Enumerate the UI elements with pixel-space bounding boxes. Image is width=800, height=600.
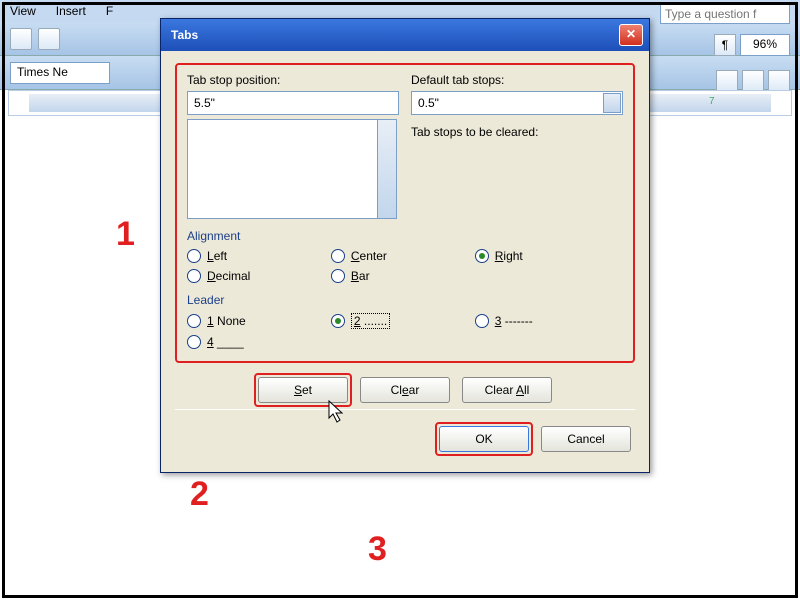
tab-stop-position-label: Tab stop position:: [187, 73, 399, 87]
tab-stop-position-input[interactable]: [187, 91, 399, 115]
default-tab-stops-label: Default tab stops:: [411, 73, 623, 87]
leader-2-dots[interactable]: 2 .......: [331, 313, 475, 329]
zoom-control: ¶ 96%: [714, 34, 790, 56]
show-paragraph-icon[interactable]: ¶: [714, 34, 736, 56]
leader-group-label: Leader: [187, 293, 623, 307]
leader-4-underline[interactable]: 4 ____: [187, 335, 331, 349]
alignment-decimal[interactable]: Decimal: [187, 269, 331, 283]
numbered-list-icon[interactable]: [716, 70, 738, 92]
ruler-tick-7: 7: [709, 96, 715, 107]
list-indent-icons: [716, 70, 790, 92]
annotation-number-3: 3: [368, 530, 387, 569]
tabs-dialog: Tabs ✕ Tab stop position: Default tab st…: [160, 18, 650, 473]
alignment-group-label: Alignment: [187, 229, 623, 243]
leader-1-none[interactable]: 1 None: [187, 313, 331, 329]
alignment-right[interactable]: Right: [475, 249, 619, 263]
menu-insert[interactable]: Insert: [56, 4, 86, 18]
tab-stops-cleared-label: Tab stops to be cleared:: [411, 125, 623, 139]
print-preview-icon[interactable]: [10, 28, 32, 50]
alignment-left[interactable]: LLefteft: [187, 249, 331, 263]
annotation-number-1: 1: [116, 215, 135, 254]
zoom-value[interactable]: 96%: [740, 34, 790, 56]
decrease-indent-icon[interactable]: [768, 70, 790, 92]
menu-format-partial[interactable]: F: [106, 4, 113, 18]
clear-button[interactable]: Clear: [360, 377, 450, 403]
help-search-input[interactable]: [660, 4, 790, 24]
alignment-center[interactable]: Center: [331, 249, 475, 263]
menu-view[interactable]: View: [10, 4, 36, 18]
ok-button[interactable]: OK: [439, 426, 529, 452]
bulleted-list-icon[interactable]: [742, 70, 764, 92]
tab-stops-listbox[interactable]: [187, 119, 397, 219]
close-icon[interactable]: ✕: [619, 24, 643, 46]
alignment-radios: LLefteft Center Right Decimal Bar: [187, 249, 623, 283]
cancel-button[interactable]: Cancel: [541, 426, 631, 452]
set-button[interactable]: Set: [258, 377, 348, 403]
default-tab-stops-input[interactable]: [411, 91, 623, 115]
dialog-title: Tabs: [171, 28, 619, 42]
font-name-combo[interactable]: Times Ne: [10, 62, 110, 84]
print-icon[interactable]: [38, 28, 60, 50]
dialog-titlebar[interactable]: Tabs ✕: [161, 19, 649, 51]
alignment-bar[interactable]: Bar: [331, 269, 475, 283]
annotation-number-2: 2: [190, 475, 209, 514]
leader-radios: 1 None 2 ....... 3 ------- 4 ____: [187, 313, 623, 349]
leader-3-dashes[interactable]: 3 -------: [475, 313, 619, 329]
clear-all-button[interactable]: Clear All: [462, 377, 552, 403]
annotation-box-1: Tab stop position: Default tab stops: Ta…: [175, 63, 635, 363]
